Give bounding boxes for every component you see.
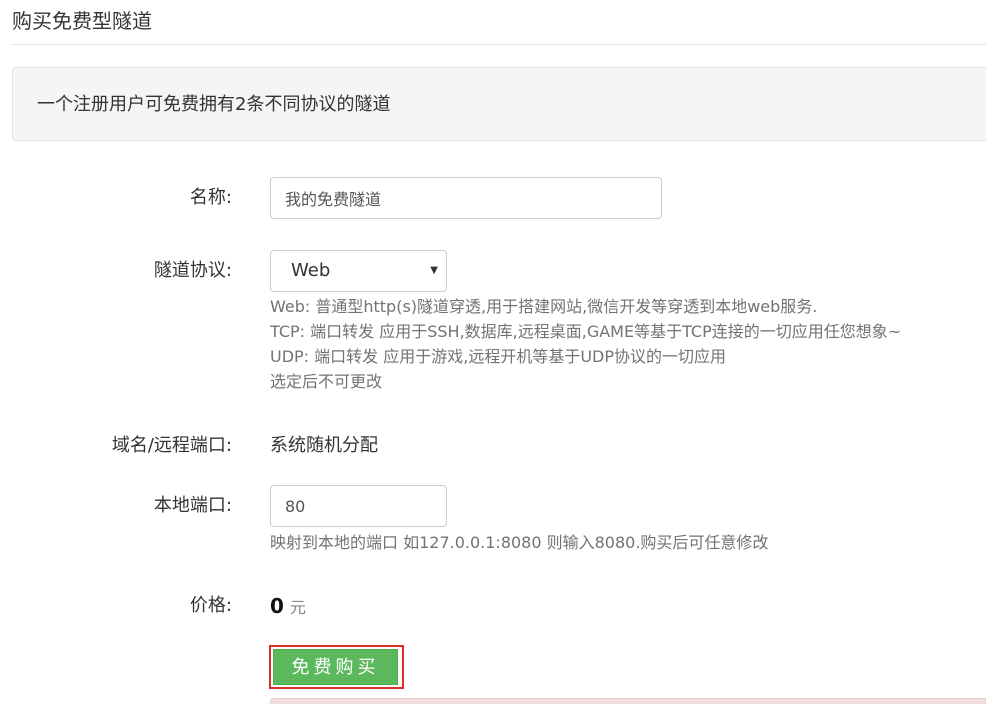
name-input[interactable]	[270, 177, 662, 219]
protocol-select[interactable]: Web ▼	[270, 250, 447, 292]
price-unit: 元	[289, 598, 306, 617]
price-amount: 0	[270, 594, 284, 618]
notice-well: 一个注册用户可免费拥有2条不同协议的隧道	[12, 67, 986, 141]
protocol-label: 隧道协议:	[153, 260, 232, 281]
page: 购买免费型隧道 一个注册用户可免费拥有2条不同协议的隧道 名称: 隧道协议: W…	[0, 0, 986, 704]
alert-box	[270, 698, 986, 704]
price-value: 0元	[270, 592, 306, 622]
protocol-help-udp: UDP: 端口转发 应用于游戏,远程开机等基于UDP协议的一切应用	[270, 347, 727, 366]
local-port-input[interactable]	[270, 485, 447, 527]
local-port-label: 本地端口:	[153, 495, 232, 516]
domain-label: 域名/远程端口:	[111, 435, 232, 456]
title-divider	[12, 44, 986, 45]
local-port-help: 映射到本地的端口 如127.0.0.1:8080 则输入8080.购买后可任意修…	[270, 533, 769, 552]
caret-down-icon: ▼	[430, 265, 438, 276]
protocol-selected-value: Web	[291, 260, 331, 281]
name-label: 名称:	[189, 187, 232, 208]
protocol-help-web: Web: 普通型http(s)隧道穿透,用于搭建网站,微信开发等穿透到本地web…	[270, 297, 818, 316]
protocol-help-note: 选定后不可更改	[270, 372, 383, 391]
protocol-help-tcp: TCP: 端口转发 应用于SSH,数据库,远程桌面,GAME等基于TCP连接的一…	[270, 322, 902, 341]
price-label: 价格:	[189, 595, 232, 616]
page-title: 购买免费型隧道	[12, 9, 152, 33]
free-buy-button[interactable]: 免费购买	[273, 649, 398, 685]
domain-value: 系统随机分配	[270, 435, 378, 456]
